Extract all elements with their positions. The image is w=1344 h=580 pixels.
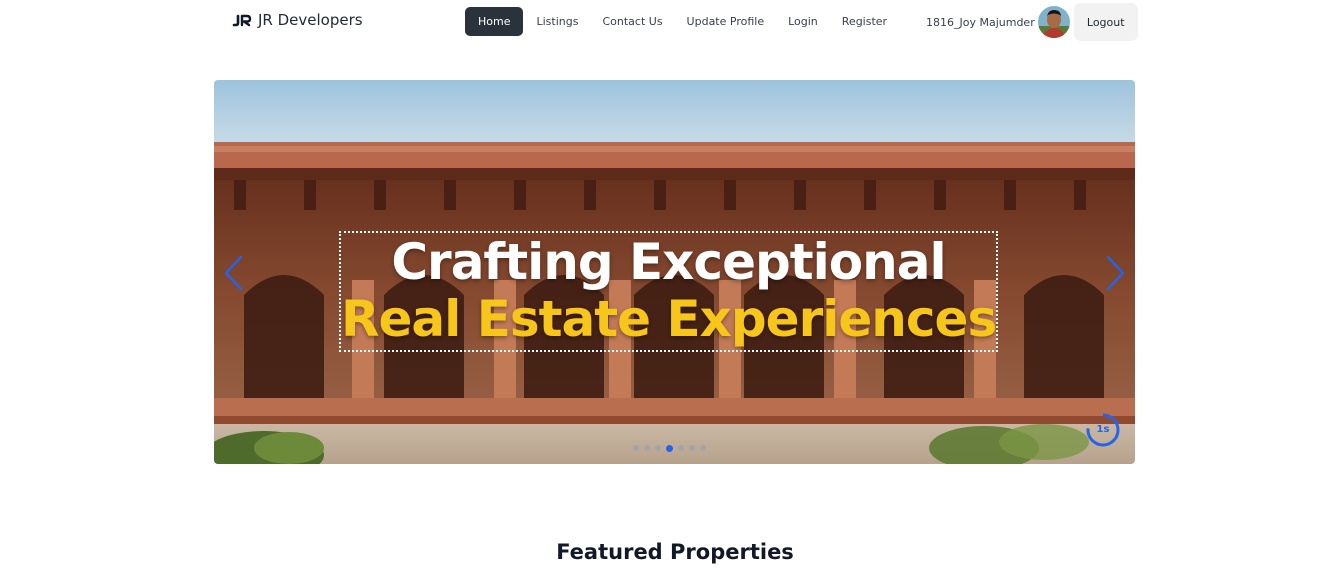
carousel-dot[interactable]	[666, 444, 673, 452]
brand-link[interactable]: JR Developers	[232, 10, 363, 30]
nav-link-login[interactable]: Login	[776, 7, 830, 36]
nav-link-listings[interactable]: Listings	[524, 7, 590, 36]
carousel-pagination	[633, 444, 706, 452]
brand-name: JR Developers	[258, 11, 363, 29]
user-area: 1816_Joy Majumder Logout	[926, 3, 1138, 41]
username: 1816_Joy Majumder	[926, 15, 1035, 29]
nav-link-contact-us[interactable]: Contact Us	[590, 7, 674, 36]
hero-headline-line1: Crafting Exceptional	[391, 233, 946, 291]
carousel-next-arrow-icon[interactable]	[1104, 254, 1128, 292]
autoplay-timer: 1s	[1084, 411, 1122, 449]
carousel-dot[interactable]	[700, 445, 706, 451]
hero-carousel[interactable]: Crafting Exceptional Real Estate Experie…	[214, 80, 1135, 464]
carousel-dot[interactable]	[689, 445, 695, 451]
timer-value: 1s	[1096, 424, 1110, 435]
user-avatar-icon	[1037, 6, 1070, 38]
nav-link-register[interactable]: Register	[830, 7, 899, 36]
carousel-dot[interactable]	[644, 445, 650, 451]
nav-link-home[interactable]: Home	[465, 7, 524, 36]
hero-headline-line2: Real Estate Experiences	[341, 290, 997, 348]
jr-logo-icon	[232, 14, 252, 27]
nav-link-update-profile[interactable]: Update Profile	[675, 7, 777, 36]
featured-properties-heading: Featured Properties	[556, 540, 794, 564]
avatar[interactable]	[1037, 6, 1070, 38]
logout-button[interactable]: Logout	[1073, 3, 1138, 41]
carousel-dot[interactable]	[678, 445, 684, 451]
carousel-dot[interactable]	[633, 445, 639, 451]
hero-headline-frame: Crafting Exceptional Real Estate Experie…	[339, 231, 998, 352]
navbar: JR Developers Home Listings Contact Us U…	[0, 0, 1344, 44]
nav-links: Home Listings Contact Us Update Profile …	[465, 7, 899, 36]
carousel-prev-arrow-icon[interactable]	[221, 254, 245, 292]
carousel-dot[interactable]	[655, 445, 661, 451]
